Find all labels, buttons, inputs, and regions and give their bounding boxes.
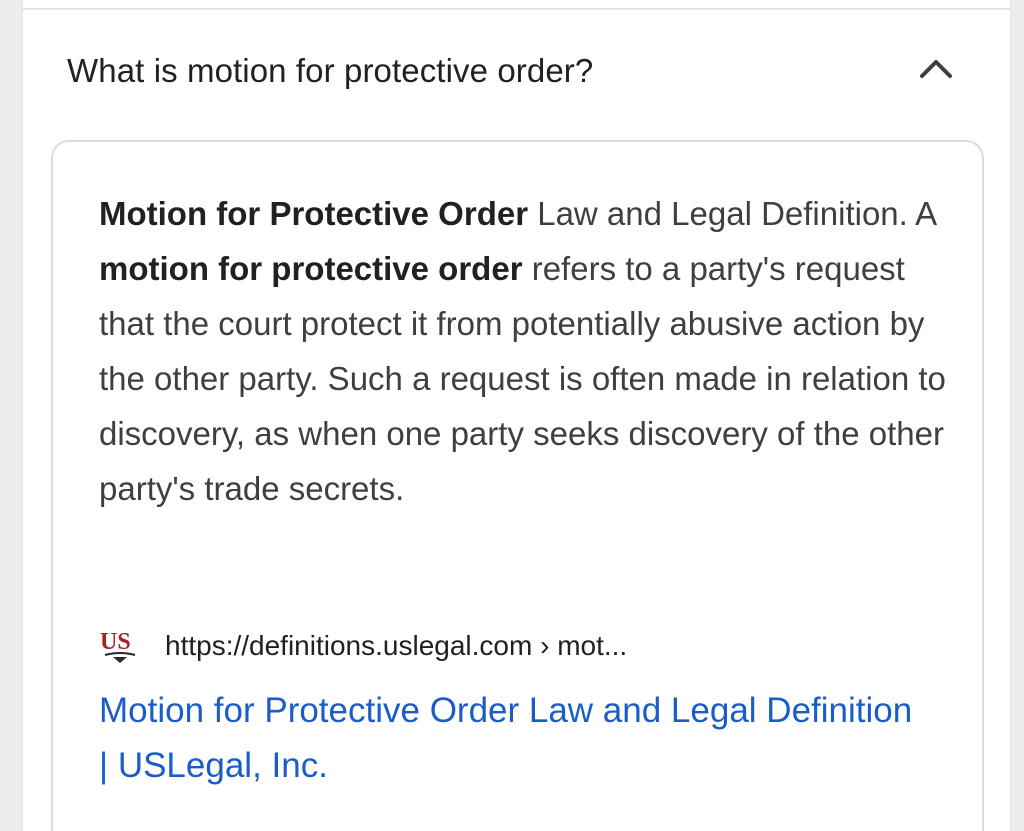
snippet-text: refers to a party's request that the cou… — [99, 250, 946, 507]
faq-question-text: What is motion for protective order? — [67, 52, 594, 89]
source-url[interactable]: https://definitions.uslegal.com › mot... — [165, 630, 627, 662]
source-row[interactable]: US https://definitions.uslegal.com › mot… — [99, 626, 939, 666]
result-title-link[interactable]: Motion for Protective Order Law and Lega… — [99, 683, 919, 793]
divider — [23, 8, 1010, 10]
answer-card: Motion for Protective Order Law and Lega… — [51, 140, 984, 831]
answer-snippet: Motion for Protective Order Law and Lega… — [99, 186, 949, 516]
snippet-bold-term: motion for protective order — [99, 250, 523, 287]
snippet-text: Law and Legal Definition. A — [528, 195, 936, 232]
svg-text:US: US — [100, 629, 131, 655]
faq-question-row[interactable]: What is motion for protective order? — [23, 34, 1010, 114]
chevron-up-icon[interactable] — [918, 56, 954, 80]
page: What is motion for protective order? Mot… — [0, 0, 1024, 831]
search-results-panel: What is motion for protective order? Mot… — [22, 0, 1011, 831]
snippet-bold-term: Motion for Protective Order — [99, 195, 529, 232]
uslegal-logo-icon: US — [100, 629, 136, 663]
